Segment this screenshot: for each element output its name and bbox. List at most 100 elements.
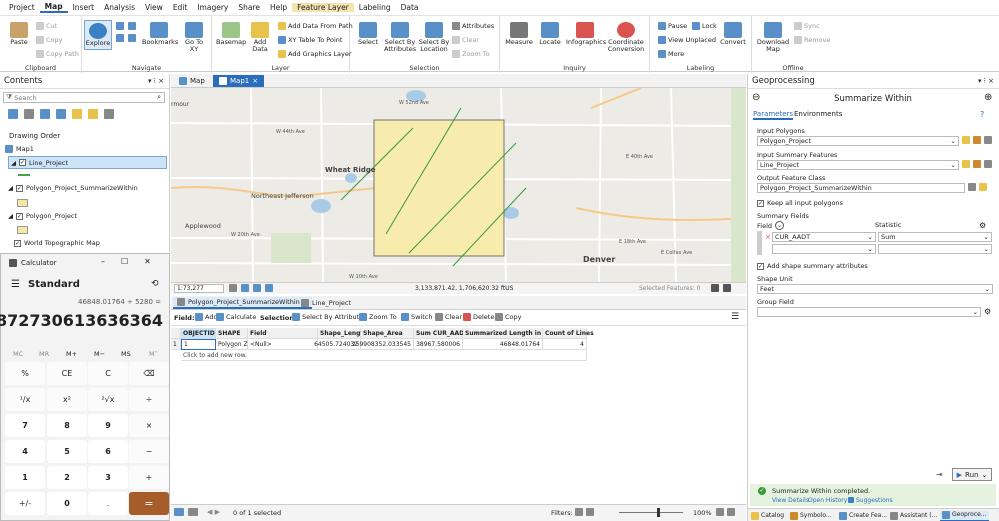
column-header-field[interactable]: Field bbox=[248, 328, 318, 339]
key-4[interactable]: 4 bbox=[5, 440, 45, 463]
row-number[interactable]: 1 bbox=[171, 339, 181, 350]
tab-environments[interactable]: Environments bbox=[794, 110, 842, 118]
scale-dropdown[interactable]: 1:73,277 bbox=[174, 284, 224, 293]
list-by-labeling-icon[interactable] bbox=[88, 109, 98, 119]
pane-options-icon[interactable]: ▾ ⁝ × bbox=[148, 77, 164, 85]
close-icon[interactable]: ✕ bbox=[144, 257, 151, 266]
list-by-perspective-icon[interactable] bbox=[104, 109, 114, 119]
folder-icon[interactable] bbox=[979, 183, 987, 191]
key-multiply[interactable]: × bbox=[129, 414, 169, 437]
table-cell[interactable]: 259908352.033545 bbox=[352, 339, 414, 350]
pause-drawing-icon[interactable] bbox=[711, 284, 719, 292]
column-header-summarized-length[interactable]: Summarized Length in FEET bbox=[463, 328, 560, 339]
grid-icon[interactable] bbox=[241, 284, 249, 292]
history-icon[interactable]: ⟲ bbox=[151, 279, 159, 289]
chevron-down-icon[interactable] bbox=[984, 160, 992, 168]
basemap-button[interactable]: Basemap bbox=[216, 22, 246, 46]
menu-insert[interactable]: Insert bbox=[68, 3, 100, 12]
list-by-editing-icon[interactable] bbox=[56, 109, 66, 119]
key-reciprocal[interactable]: ¹/x bbox=[5, 388, 45, 411]
input-summary-field[interactable]: Line_Project ⌄ bbox=[757, 160, 959, 170]
view-unplaced-button[interactable]: View Unplaced bbox=[658, 36, 716, 44]
pencil-icon[interactable] bbox=[973, 160, 981, 168]
memory-subtract-button[interactable]: M− bbox=[94, 350, 105, 358]
run-options-icon[interactable]: ⇥ bbox=[936, 470, 943, 479]
layer-polygon-project[interactable]: ◢ ✓ Polygon_Project bbox=[8, 212, 77, 220]
table-cell[interactable]: 46848.01764 bbox=[463, 339, 543, 350]
column-header-shape-length[interactable]: Shape_Length bbox=[318, 328, 368, 339]
layer-polygon-summarizewithin[interactable]: ◢ ✓ Polygon_Project_SummarizeWithin bbox=[8, 184, 138, 192]
table-cell[interactable]: 4 bbox=[543, 339, 587, 350]
key-negate[interactable]: +/- bbox=[5, 492, 45, 515]
convert-labels-button[interactable]: Convert bbox=[718, 22, 748, 46]
minimize-icon[interactable]: – bbox=[101, 257, 105, 266]
gear-icon[interactable]: ⚙ bbox=[984, 307, 991, 316]
switch-selection-button[interactable]: Switch bbox=[401, 313, 433, 321]
visibility-checkbox[interactable]: ✓ bbox=[16, 212, 23, 220]
key-7[interactable]: 7 bbox=[5, 414, 45, 437]
next-extent-icon[interactable] bbox=[128, 34, 136, 42]
key-add[interactable]: + bbox=[129, 466, 169, 489]
menu-map[interactable]: Map bbox=[39, 2, 68, 13]
key-9[interactable]: 9 bbox=[88, 414, 128, 437]
column-header-objectid[interactable]: OBJECTID bbox=[181, 328, 216, 339]
arrow-icon[interactable] bbox=[265, 284, 273, 292]
cut-button[interactable]: Cut bbox=[36, 22, 57, 30]
scale-options-icon[interactable] bbox=[229, 284, 237, 292]
table-cell[interactable]: Polygon Z bbox=[216, 339, 248, 350]
copy-path-button[interactable]: Copy Path bbox=[36, 50, 79, 58]
paste-button[interactable]: Paste bbox=[6, 22, 32, 46]
folder-icon[interactable] bbox=[962, 160, 970, 168]
tab-map[interactable]: Map bbox=[173, 75, 211, 87]
locate-button[interactable]: Locate bbox=[536, 22, 564, 46]
folder-icon[interactable] bbox=[962, 136, 970, 144]
filter-extent-icon[interactable] bbox=[575, 508, 583, 516]
layout-icon[interactable] bbox=[727, 508, 735, 516]
infographics-button[interactable]: Infographics bbox=[566, 22, 606, 46]
memory-store-button[interactable]: MS bbox=[121, 350, 131, 358]
column-header-sum-cur-aadt[interactable]: Sum CUR_AADT bbox=[414, 328, 468, 339]
previous-extent-icon[interactable] bbox=[116, 34, 124, 42]
fixed-zoom-icon[interactable] bbox=[128, 22, 136, 30]
key-1[interactable]: 1 bbox=[5, 466, 45, 489]
key-square[interactable]: x² bbox=[47, 388, 87, 411]
tab-parameters[interactable]: Parameters bbox=[753, 110, 794, 120]
memory-list-button[interactable]: M˅ bbox=[149, 350, 158, 358]
link-icon[interactable] bbox=[968, 183, 976, 191]
run-button[interactable]: ▶ Run ⌄ bbox=[952, 468, 992, 481]
close-tab-icon[interactable]: × bbox=[252, 77, 258, 85]
keep-all-checkbox[interactable]: ✓ Keep all input polygons bbox=[757, 199, 843, 207]
help-icon[interactable]: ? bbox=[980, 110, 984, 119]
checkbox-checked[interactable]: ✓ bbox=[757, 199, 764, 207]
row-grip[interactable] bbox=[757, 231, 762, 255]
visibility-checkbox[interactable]: ✓ bbox=[19, 159, 26, 166]
key-equals[interactable]: = bbox=[129, 492, 169, 515]
menu-project[interactable]: Project bbox=[4, 3, 40, 12]
menu-labeling[interactable]: Labeling bbox=[354, 3, 396, 12]
pause-labels-button[interactable]: Pause bbox=[658, 22, 687, 30]
add-new-row[interactable]: Click to add new row. bbox=[181, 350, 587, 361]
add-graphics-layer-button[interactable]: Add Graphics Layer bbox=[278, 50, 352, 58]
coordinate-conversion-button[interactable]: Coordinate Conversion bbox=[606, 22, 646, 53]
tab-catalog[interactable]: Catalog bbox=[751, 512, 784, 520]
select-by-attributes-button[interactable]: Select By Attributes bbox=[384, 22, 416, 53]
chevron-down-icon[interactable]: ⌄ bbox=[775, 221, 785, 230]
goto-xy-button[interactable]: Go To XY bbox=[180, 22, 208, 53]
key-subtract[interactable]: − bbox=[129, 440, 169, 463]
key-backspace[interactable]: ⌫ bbox=[129, 362, 169, 385]
search-icon[interactable]: ⌕ bbox=[157, 93, 161, 102]
key-percent[interactable]: % bbox=[5, 362, 45, 385]
delete-button[interactable]: Delete bbox=[463, 313, 494, 321]
snapping-icon[interactable] bbox=[253, 284, 261, 292]
zoom-level[interactable]: 100% bbox=[693, 509, 712, 517]
maximize-icon[interactable]: ☐ bbox=[121, 257, 128, 266]
select-button[interactable]: Select bbox=[354, 22, 382, 46]
explore-button[interactable]: Explore bbox=[84, 20, 112, 50]
list-by-source-icon[interactable] bbox=[24, 109, 34, 119]
select-by-attributes-table-button[interactable]: Select By Attributes bbox=[292, 313, 367, 321]
tab-geoprocessing[interactable]: Geoproce... bbox=[940, 511, 989, 521]
output-field[interactable]: Polygon_Project_SummarizeWithin bbox=[757, 183, 965, 193]
xy-table-button[interactable]: XY Table To Point bbox=[278, 36, 342, 44]
view-details-link[interactable]: View Details bbox=[772, 497, 809, 504]
summary-field-select[interactable]: CUR_AADT ⌄ bbox=[772, 232, 876, 242]
